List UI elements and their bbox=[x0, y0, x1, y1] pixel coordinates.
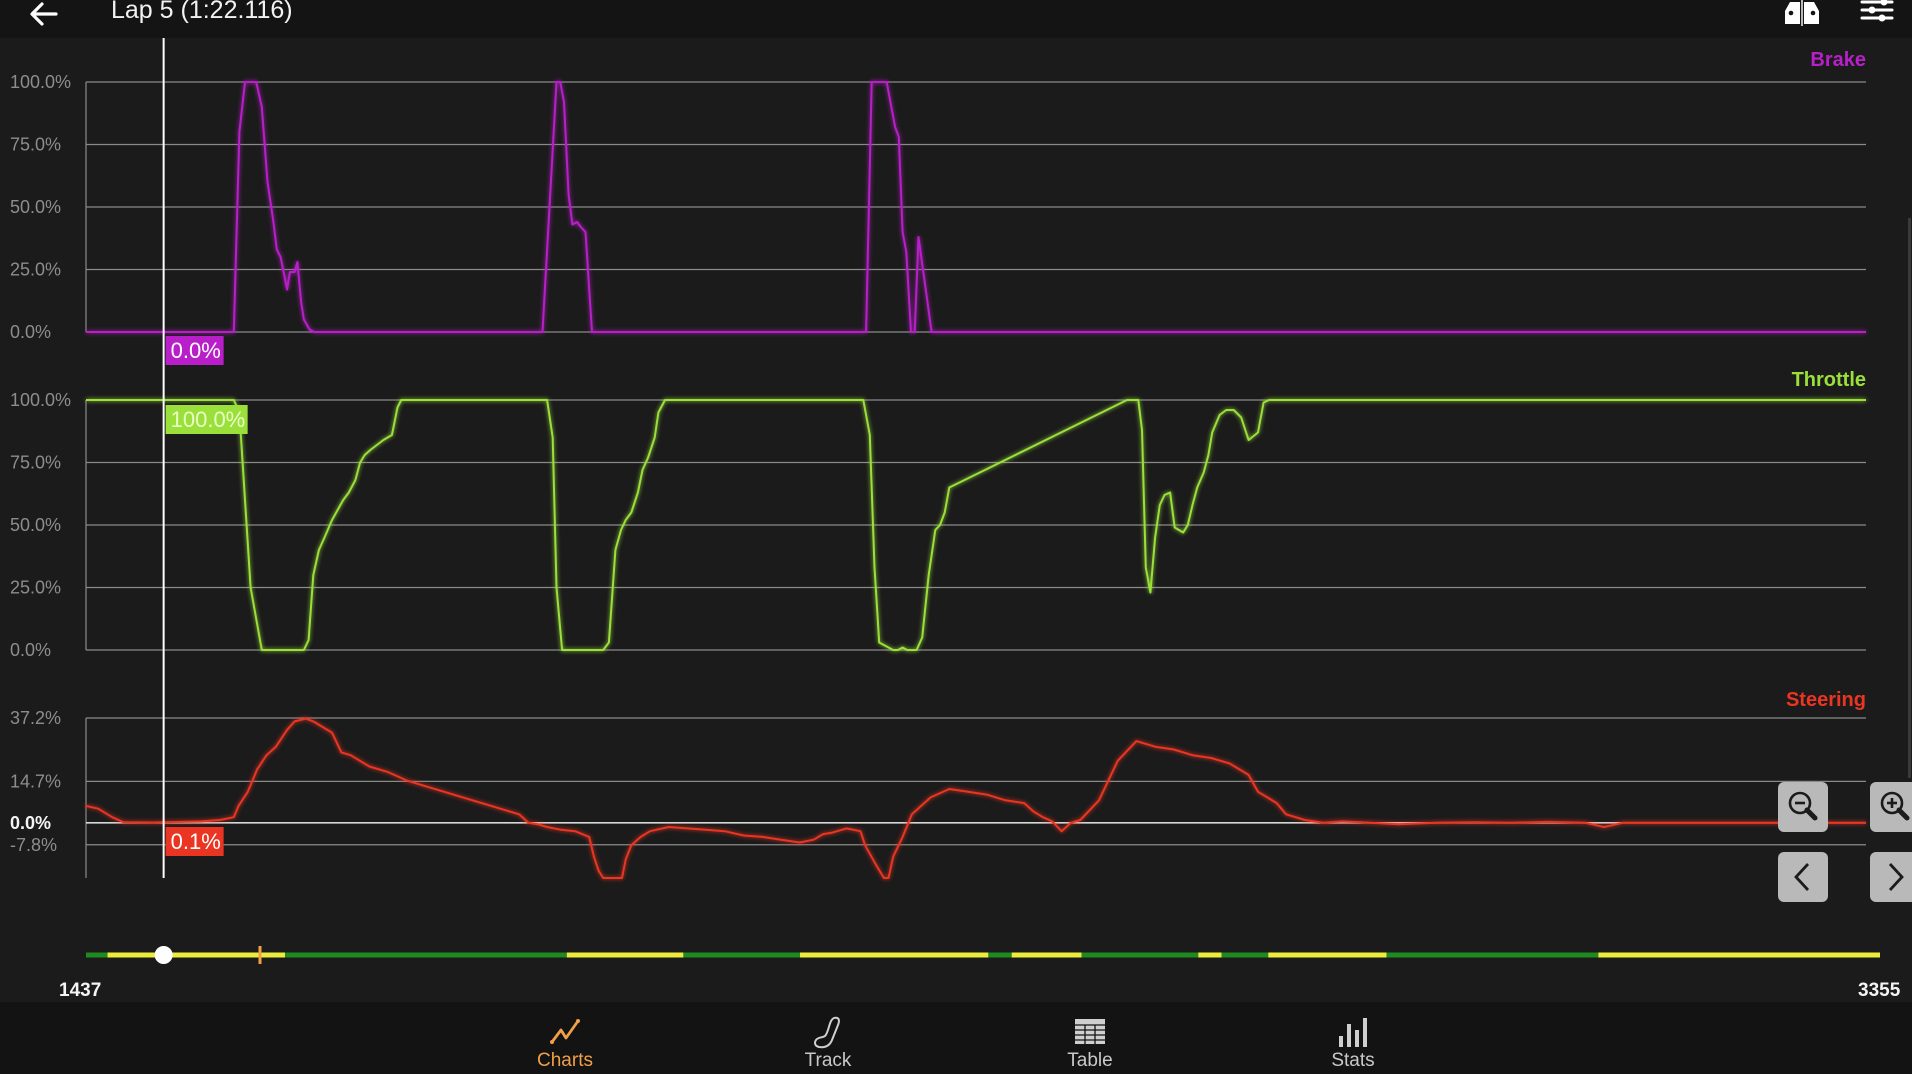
position-slider-handle[interactable] bbox=[154, 946, 173, 964]
sliders-settings-icon bbox=[1860, 0, 1894, 22]
chart-settings-button[interactable] bbox=[1860, 0, 1894, 28]
series-title-throttle: Throttle bbox=[1792, 369, 1866, 391]
chevron-right-icon bbox=[1888, 863, 1904, 891]
top-app-bar: Lap 5 (1:22.116) bbox=[0, 0, 1912, 38]
series-title-steering: Steering bbox=[1786, 689, 1866, 711]
next-button[interactable] bbox=[1870, 852, 1912, 902]
cursor-value-steering: 0.1% bbox=[171, 829, 221, 854]
scrollbar[interactable] bbox=[1908, 218, 1911, 778]
bar-stats-icon bbox=[1339, 1018, 1367, 1047]
car-compare-icon bbox=[1785, 0, 1819, 26]
nav-label: Stats bbox=[1331, 1050, 1375, 1071]
previous-button[interactable] bbox=[1778, 852, 1828, 902]
line-chart-icon bbox=[550, 1019, 580, 1044]
lap-title: Lap 5 (1:22.116) bbox=[111, 0, 293, 24]
arrow-left-icon bbox=[30, 2, 58, 26]
y-tick-label: 25.0% bbox=[10, 260, 61, 280]
telemetry-charts[interactable]: 100.0% 75.0% 50.0% 25.0% 0.0% Brake 100.0% 75.0… bbox=[0, 38, 1912, 898]
y-tick-label: -7.8% bbox=[10, 835, 57, 855]
nav-table[interactable]: Table bbox=[1030, 1002, 1150, 1074]
series-title-brake: Brake bbox=[1810, 49, 1866, 71]
nav-charts[interactable]: Charts bbox=[505, 1002, 625, 1074]
back-button[interactable] bbox=[26, 0, 60, 32]
zoom-in-icon bbox=[1880, 791, 1910, 821]
range-start-distance: 1437 bbox=[59, 980, 102, 1001]
y-tick-label: 100.0% bbox=[10, 72, 71, 92]
chevron-left-icon bbox=[1794, 863, 1810, 891]
range-end-distance: 3355 bbox=[1858, 980, 1901, 1001]
y-tick-label: 75.0% bbox=[10, 135, 61, 155]
y-tick-label: 75.0% bbox=[10, 453, 61, 473]
nav-label: Charts bbox=[537, 1050, 593, 1071]
zoom-out-icon bbox=[1788, 791, 1818, 821]
nav-label: Table bbox=[1067, 1050, 1113, 1071]
y-tick-label: 25.0% bbox=[10, 578, 61, 598]
compare-cars-button[interactable] bbox=[1782, 0, 1822, 28]
nav-stats[interactable]: Stats bbox=[1293, 1002, 1413, 1074]
nav-track[interactable]: Track bbox=[768, 1002, 888, 1074]
cursor-value-throttle: 100.0% bbox=[171, 407, 246, 432]
track-position-bar[interactable] bbox=[0, 930, 1912, 1000]
y-tick-label: 0.0% bbox=[10, 640, 51, 660]
cursor-value-brake: 0.0% bbox=[171, 338, 221, 363]
y-tick-label: 0.0% bbox=[10, 813, 51, 833]
zoom-out-button[interactable] bbox=[1778, 782, 1828, 832]
y-tick-label: 100.0% bbox=[10, 390, 71, 410]
y-tick-label: 14.7% bbox=[10, 771, 61, 791]
zoom-in-button[interactable] bbox=[1870, 782, 1912, 832]
y-tick-label: 0.0% bbox=[10, 322, 51, 342]
nav-label: Track bbox=[804, 1050, 852, 1071]
y-tick-label: 37.2% bbox=[10, 708, 61, 728]
y-tick-label: 50.0% bbox=[10, 197, 61, 217]
series-line-steering bbox=[85, 717, 1866, 879]
table-icon bbox=[1075, 1019, 1105, 1044]
track-map-icon bbox=[814, 1016, 840, 1049]
bottom-navigation: Charts Track Table Stats bbox=[0, 1002, 1912, 1074]
y-tick-label: 50.0% bbox=[10, 515, 61, 535]
